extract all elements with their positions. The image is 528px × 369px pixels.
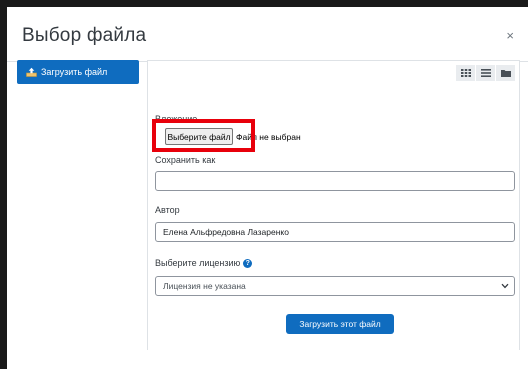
upload-icon: [26, 67, 37, 77]
license-select[interactable]: Лицензия не указана: [155, 276, 515, 296]
save-as-input[interactable]: [155, 171, 515, 191]
sidebar-item-label: Загрузить файл: [41, 67, 108, 77]
screen-frame-left: [0, 0, 7, 369]
license-label: Выберите лицензию: [155, 258, 241, 268]
license-select-value: Лицензия не указана: [163, 281, 246, 291]
folder-view-icon[interactable]: [496, 65, 515, 81]
screen-frame-top: [0, 0, 528, 7]
dialog-header: Выбор файла ×: [7, 7, 528, 62]
help-icon[interactable]: ?: [243, 259, 253, 269]
dialog-title: Выбор файла: [22, 25, 147, 46]
chevron-down-icon: [501, 281, 509, 291]
view-toolbar: [456, 65, 515, 81]
upload-this-file-button[interactable]: Загрузить этот файл: [286, 314, 394, 334]
grid-view-icon[interactable]: [456, 65, 475, 81]
sidebar-item-upload-file[interactable]: Загрузить файл: [17, 60, 139, 84]
list-view-icon[interactable]: [476, 65, 495, 81]
license-label-row: Выберите лицензию?: [155, 258, 253, 269]
red-highlight-box: [152, 119, 255, 152]
save-as-label: Сохранить как: [155, 155, 216, 165]
author-label: Автор: [155, 205, 180, 215]
close-icon[interactable]: ×: [506, 29, 514, 42]
author-input[interactable]: Елена Альфредовна Лазаренко: [155, 222, 515, 242]
upload-panel: [147, 60, 520, 350]
